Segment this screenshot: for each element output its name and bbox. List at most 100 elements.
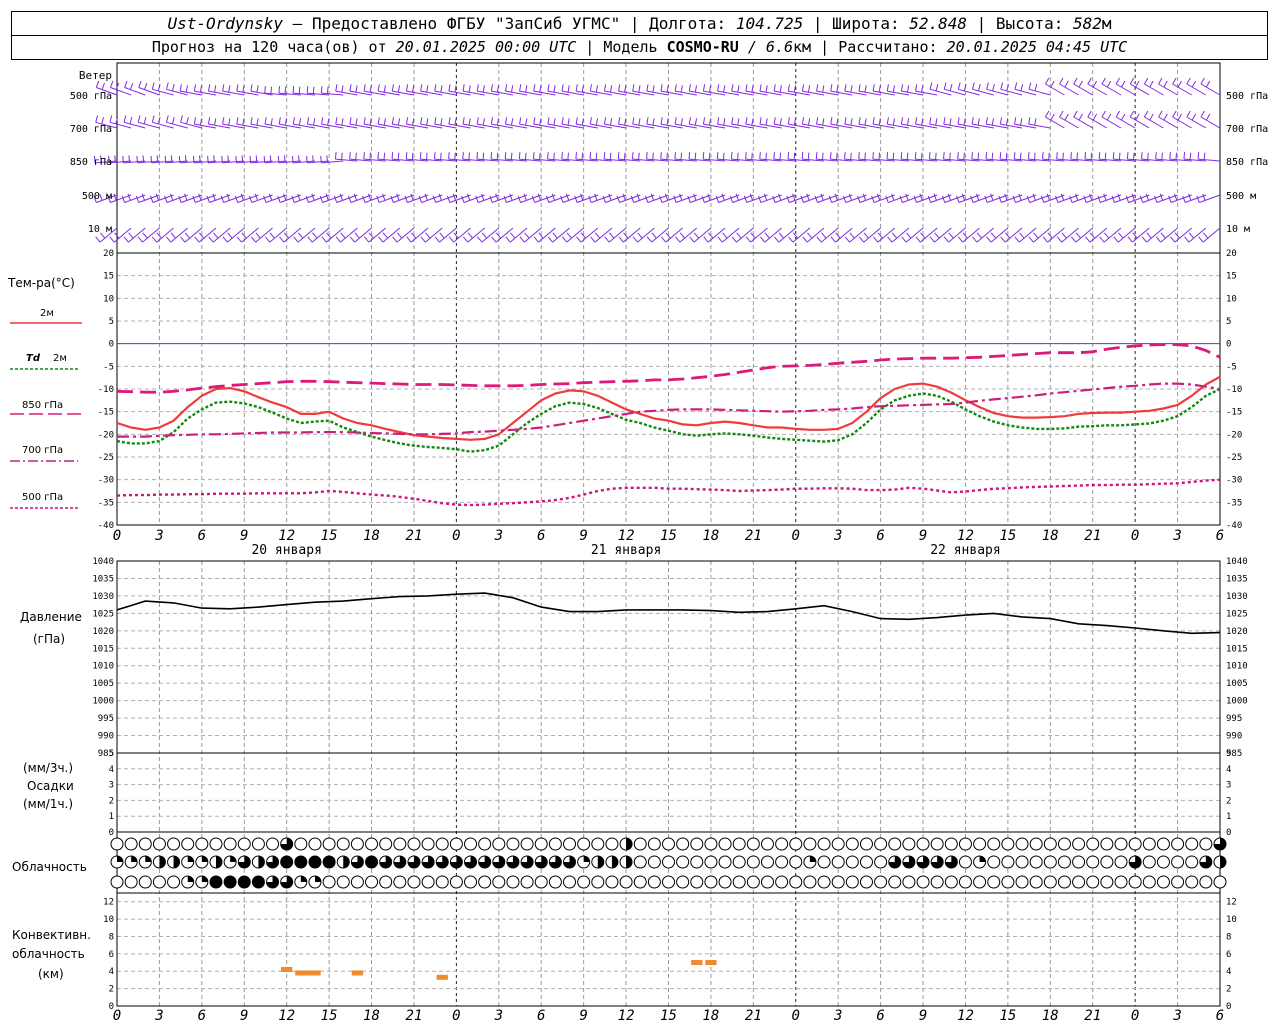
wind-barb	[1028, 227, 1051, 243]
temp-label: Тем-ра(°C)	[7, 276, 75, 290]
wind-barb	[462, 117, 485, 129]
wind-barb	[759, 117, 782, 129]
wind-barb	[745, 117, 768, 129]
cloud-symbol	[435, 837, 449, 851]
ytick-label-right: 1030	[1226, 592, 1248, 602]
ytick-label-left: -5	[103, 362, 114, 372]
wind-barb	[363, 227, 387, 243]
cloud-symbol	[534, 837, 548, 851]
cloud-symbol	[280, 855, 294, 869]
wind-barb	[830, 84, 853, 96]
ytick-label-right: 5	[1226, 749, 1231, 759]
wind-barb	[1169, 227, 1193, 243]
wind-barb	[434, 84, 457, 96]
wind-barb	[872, 84, 895, 96]
xtick-label: 3	[494, 1008, 503, 1024]
cloud-symbol	[633, 855, 647, 869]
cloud-symbol	[831, 837, 845, 851]
cloud-symbol	[520, 837, 534, 851]
wind-barb	[688, 117, 712, 129]
wind-barb	[972, 82, 994, 96]
cloud-label: Облачность	[12, 860, 87, 874]
cloud-symbol	[874, 837, 888, 851]
cloud-symbol	[237, 875, 251, 889]
cloud-symbol	[138, 875, 152, 889]
precip-unit-3h: (мм/3ч.)	[23, 761, 73, 775]
cloud-symbol	[577, 855, 591, 869]
cloud-symbol	[1057, 875, 1071, 889]
wind-barb	[420, 227, 443, 243]
wind-barb	[1198, 227, 1221, 243]
wind-barb	[576, 227, 599, 243]
cloud-symbol	[294, 855, 308, 869]
wind-barb	[759, 227, 782, 243]
xtick-label: 3	[154, 528, 163, 544]
ytick-label-right: 1	[1226, 812, 1231, 822]
ytick-label-left: 1010	[92, 662, 114, 672]
cloud-symbol	[1100, 855, 1114, 869]
wind-barb	[405, 117, 429, 129]
wind-barb	[307, 227, 330, 243]
precip-unit-1h: (мм/1ч.)	[23, 797, 73, 811]
cloud-symbol	[124, 855, 138, 869]
ytick-label-right: 1010	[1226, 662, 1248, 672]
wind-barb	[957, 227, 980, 243]
legend-t850-label: 850 гПа	[22, 400, 63, 411]
wind-barb	[900, 84, 924, 96]
wind-barb	[194, 227, 217, 243]
wind-barb	[1028, 82, 1051, 96]
wind-barb	[434, 117, 457, 129]
cloud-symbol	[152, 837, 166, 851]
cloud-symbol	[859, 855, 873, 869]
cloud-symbol	[379, 855, 393, 869]
wind-barb	[618, 84, 641, 96]
ytick-label-left: 6	[109, 950, 114, 960]
ytick-label-right: -20	[1226, 430, 1242, 440]
xtick-label: 3	[833, 528, 842, 544]
cloud-symbol	[662, 875, 675, 889]
wind-barb	[335, 84, 358, 96]
cloud-symbol	[506, 837, 520, 851]
xtick-label: 18	[1042, 1008, 1059, 1024]
ytick-label-right: 1040	[1226, 557, 1248, 567]
cloud-symbol	[209, 837, 223, 851]
wind-barb	[207, 84, 231, 96]
cloud-symbol	[1156, 875, 1170, 889]
cloud-symbol	[181, 855, 195, 869]
xtick-label: 12	[618, 1008, 635, 1024]
ytick-label-left: 0	[109, 828, 114, 838]
cloud-symbol	[1128, 837, 1142, 851]
ytick-label-left: -30	[98, 476, 114, 486]
cloud-symbol	[803, 875, 817, 889]
cloud-symbol	[647, 875, 661, 889]
xtick-label: 12	[957, 1008, 974, 1024]
ytick-label-left: -40	[98, 521, 114, 531]
cloud-symbol	[1128, 875, 1142, 889]
cloud-symbol	[110, 855, 124, 869]
wind-barb	[1184, 227, 1207, 243]
wind-barb	[137, 227, 160, 243]
cloud-symbol	[322, 875, 336, 889]
wind-barb	[689, 227, 712, 243]
cloud-symbol	[1213, 837, 1227, 851]
wind-barb	[618, 117, 641, 129]
conv-label-3: (км)	[38, 967, 64, 981]
wind-barb	[1014, 82, 1037, 96]
wind-barb	[632, 84, 655, 96]
cloud-symbol	[1072, 875, 1086, 889]
xtick-label: 6	[1216, 528, 1224, 544]
ytick-label-right: 1015	[1226, 644, 1248, 654]
wind-barb	[858, 227, 881, 243]
cloud-symbol	[365, 855, 379, 869]
cloud-symbol	[1057, 837, 1071, 851]
cloud-symbol	[280, 875, 294, 889]
cloud-symbol	[548, 875, 562, 889]
wind-barb	[957, 117, 980, 129]
wind-barb	[1014, 227, 1037, 243]
convective-bar	[351, 970, 364, 976]
cloud-symbol	[1057, 855, 1071, 869]
wind-barb	[1200, 77, 1221, 96]
wind-barb	[929, 82, 952, 96]
cloud-symbol	[958, 875, 972, 889]
xtick-label: 21	[1084, 528, 1101, 544]
